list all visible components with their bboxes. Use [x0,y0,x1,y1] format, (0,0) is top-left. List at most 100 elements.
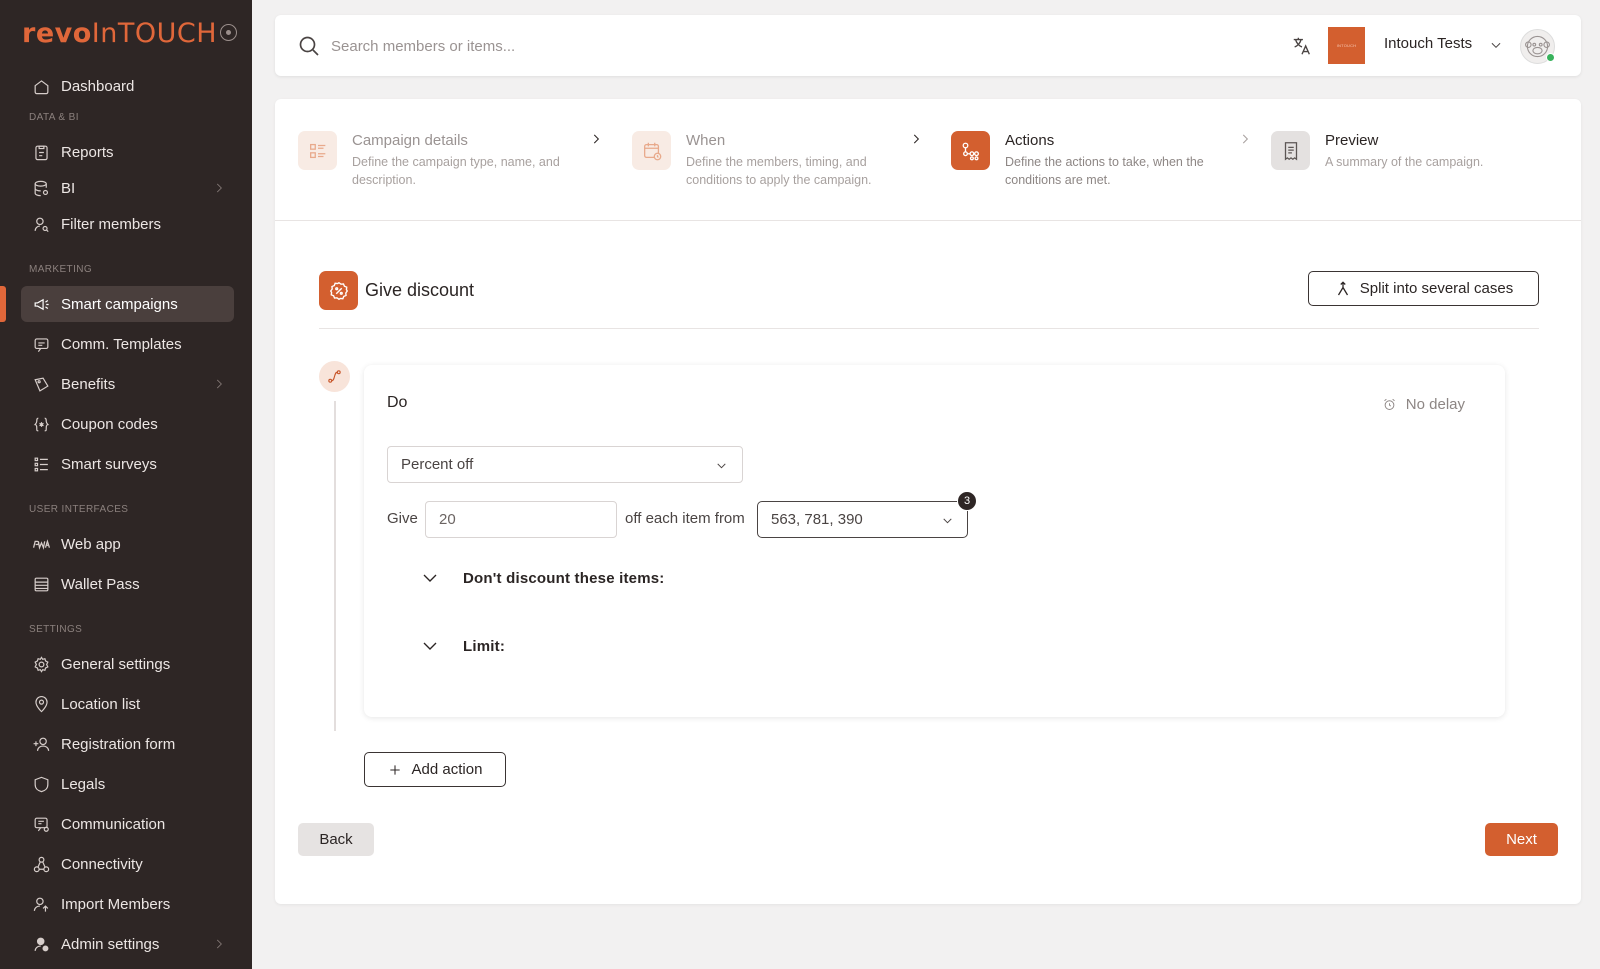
do-title: Do [387,394,408,411]
sidebar-item-wallet-pass[interactable]: Wallet Pass [21,566,234,602]
add-action-button[interactable]: Add action [364,752,506,787]
sidebar-item-coupon-codes[interactable]: Coupon codes [21,406,234,442]
back-button[interactable]: Back [298,823,374,856]
chevron-down-icon [421,637,439,655]
step-description: Define the campaign type, name, and desc… [352,155,560,187]
sidebar-item-label: Comm. Templates [61,335,182,353]
discount-type-select[interactable]: Percent off [387,446,743,483]
avatar[interactable] [1520,29,1555,64]
braces-star-icon [31,414,51,434]
calendar-clock-icon [632,131,671,170]
translate-icon[interactable] [1291,35,1313,57]
sidebar: revoInTOUCH Dashboard DATA & BI Reports … [0,0,252,969]
plus-icon [389,764,400,775]
sidebar-item-location-list[interactable]: Location list [21,686,234,722]
limit-toggle[interactable]: Limit: [421,635,505,657]
sidebar-item-label: Coupon codes [61,415,158,433]
chevron-down-icon [715,459,728,472]
chevron-right-icon [589,132,603,146]
chevron-down-icon [941,514,954,527]
alarm-clock-icon [1383,398,1395,410]
discount-amount-input[interactable] [425,501,617,538]
sidebar-item-dashboard[interactable]: Dashboard [21,68,234,104]
topbar: INTOUCH Intouch Tests [275,15,1581,76]
home-icon [31,76,51,96]
sidebar-item-label: Admin settings [61,935,160,953]
brand-logo-light: InTOUCH [91,17,218,49]
delay-button[interactable]: No delay [1382,396,1465,413]
sidebar-item-registration-form[interactable]: Registration form [21,726,234,762]
sidebar-item-smart-surveys[interactable]: Smart surveys [21,446,234,482]
next-button[interactable]: Next [1485,823,1558,856]
shield-icon [31,774,51,794]
list-details-icon [298,131,337,170]
sidebar-item-label: Import Members [61,895,171,913]
user-search-icon [31,214,51,234]
sidebar-item-bi[interactable]: BI [21,170,234,206]
chevron-right-icon [212,937,226,951]
sidebar-item-communication[interactable]: Communication [21,806,234,842]
chevron-down-icon[interactable] [1489,38,1503,52]
sidebar-item-label: Registration form [61,735,176,753]
message-icon [31,334,51,354]
megaphone-icon [31,294,51,314]
step-title: When [686,132,726,149]
sidebar-item-label: Dashboard [61,77,135,95]
sidebar-item-label: Location list [61,695,141,713]
clipboard-icon [31,142,51,162]
sidebar-item-label: Filter members [61,215,162,233]
location-pin-icon [31,694,51,714]
sidebar-item-connectivity[interactable]: Connectivity [21,846,234,882]
selected-count-badge: 3 [957,491,977,511]
sidebar-item-label: Connectivity [61,855,143,873]
action-section-header: Give discount Split into several cases [319,271,1539,329]
org-logo[interactable]: INTOUCH [1328,27,1365,64]
sidebar-section-data-bi: DATA & BI [29,111,79,123]
split-cases-button[interactable]: Split into several cases [1308,271,1539,306]
campaign-editor: Campaign details Define the campaign typ… [275,99,1581,904]
chevron-right-icon [909,132,923,146]
brand-logo[interactable]: revoInTOUCH [22,17,218,49]
online-status-dot [1546,53,1555,62]
sidebar-item-general-settings[interactable]: General settings [21,646,234,682]
search-input[interactable] [331,31,831,61]
do-action-card: Do No delay Percent off Give off each it… [364,365,1505,717]
user-upload-icon [31,894,51,914]
sidebar-item-label: Reports [61,143,114,161]
sidebar-item-comm-templates[interactable]: Comm. Templates [21,326,234,362]
sidebar-item-admin-settings[interactable]: Admin settings [21,926,234,962]
route-icon [319,361,350,392]
sidebar-item-import-members[interactable]: Import Members [21,886,234,922]
sidebar-item-label: Smart campaigns [61,295,178,313]
sidebar-section-settings: SETTINGS [29,623,83,635]
chevron-right-icon [1238,132,1252,146]
user-add-icon [31,734,51,754]
actions-flow-icon [951,131,990,170]
sidebar-item-web-app[interactable]: Web app [21,526,234,562]
sidebar-section-user-interfaces: USER INTERFACES [29,503,129,515]
sidebar-item-smart-campaigns[interactable]: Smart campaigns [0,286,234,322]
chevron-right-icon [212,377,226,391]
connectivity-icon [31,854,51,874]
sidebar-item-legals[interactable]: Legals [21,766,234,802]
items-select[interactable]: 563, 781, 390 [757,501,968,538]
step-description: A summary of the campaign. [1325,155,1484,169]
sidebar-toggle-icon[interactable] [220,24,237,41]
sidebar-item-filter-members[interactable]: Filter members [21,206,234,242]
receipt-icon [1271,131,1310,170]
section-title: Give discount [365,280,475,300]
tag-icon [31,374,51,394]
sidebar-item-reports[interactable]: Reports [21,134,234,170]
sidebar-item-benefits[interactable]: Benefits [21,366,234,402]
gear-icon [31,654,51,674]
give-label: Give [387,510,418,527]
brand-logo-bold: revo [22,17,92,49]
org-name[interactable]: Intouch Tests [1384,35,1472,52]
step-title: Campaign details [352,132,468,149]
sidebar-item-label: Legals [61,775,106,793]
pwa-icon [31,534,51,554]
message-settings-icon [31,814,51,834]
split-icon [1337,280,1348,295]
exclude-items-toggle[interactable]: Don't discount these items: [421,567,664,589]
wizard-steps: Campaign details Define the campaign typ… [275,99,1581,221]
